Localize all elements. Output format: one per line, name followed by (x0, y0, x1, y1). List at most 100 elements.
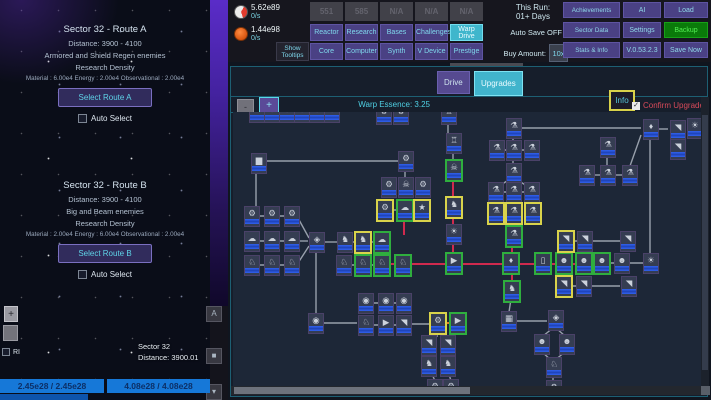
upgrade-node-star[interactable]: ★ (413, 199, 431, 222)
upgrade-node-robot[interactable]: ☻ (534, 334, 550, 355)
upgrade-node-rocket[interactable]: ▶ (445, 252, 463, 275)
menu-button-settings[interactable]: Settings (623, 22, 661, 38)
nav-button-warp-drive[interactable]: Warp Drive (450, 24, 483, 41)
upgrade-node-knight[interactable]: ♘ (546, 357, 562, 378)
side-button-1[interactable]: ■ (206, 348, 222, 364)
confirm-upgrades-checkbox[interactable]: ✓ (632, 102, 640, 110)
upgrade-node-gear[interactable]: ⚙ (284, 206, 300, 227)
upgrade-node-bird[interactable]: ◥ (577, 231, 593, 252)
upgrade-node-helmet[interactable]: ♖ (446, 133, 462, 154)
tab-drive[interactable]: Drive (437, 71, 470, 94)
nav-button-reactor[interactable]: Reactor (310, 24, 343, 41)
menu-button-backup[interactable]: Backup (664, 22, 708, 38)
nav-button-core[interactable]: Core (310, 43, 343, 60)
upgrade-node-flask[interactable]: ⚗ (579, 165, 595, 186)
upgrade-node-beast[interactable]: ♞ (440, 356, 456, 377)
nav-button-computer[interactable]: Computer (345, 43, 378, 60)
upgrade-node-robot[interactable]: ☻ (555, 252, 573, 275)
upgrade-node-knight[interactable]: ♘ (284, 255, 300, 276)
upgrade-node-helmet[interactable]: ♖ (441, 112, 457, 125)
upgrade-node-knight[interactable]: ♘ (354, 254, 372, 277)
menu-button-sector-data[interactable]: Sector Data (563, 22, 620, 38)
upgrade-node-robot[interactable]: ☻ (593, 252, 611, 275)
upgrade-node-beast[interactable]: ♞ (445, 196, 463, 219)
vertical-scrollbar-thumb[interactable] (702, 115, 708, 370)
menu-button-ai[interactable]: AI (623, 2, 661, 18)
upgrade-node-flask[interactable]: ⚗ (506, 118, 522, 139)
upgrade-node-bird[interactable]: ◥ (670, 120, 686, 141)
upgrade-node-cloud[interactable]: ☁ (373, 231, 391, 254)
upgrade-node-gear[interactable]: ⚙ (376, 112, 392, 125)
upgrade-node-rocket[interactable]: ▶ (449, 312, 467, 335)
upgrade-node-gear[interactable]: ⚙ (264, 112, 280, 123)
nav-button-bases[interactable]: Bases (380, 24, 413, 41)
upgrade-node-skull[interactable]: ☠ (445, 159, 463, 182)
upgrade-node-chart[interactable]: ▆ (251, 153, 267, 174)
upgrade-node-gear[interactable]: ⚙ (376, 199, 394, 222)
upgrade-node-flask[interactable]: ⚗ (524, 140, 540, 161)
upgrade-node-flask[interactable]: ⚗ (524, 202, 542, 225)
upgrade-node-beast[interactable]: ♞ (337, 232, 353, 253)
nav-button-prestige[interactable]: Prestige (450, 43, 483, 60)
horizontal-scrollbar-thumb[interactable] (234, 387, 470, 394)
upgrade-node-robot[interactable]: ☻ (614, 253, 630, 274)
upgrade-node-gear[interactable]: ⚙ (244, 206, 260, 227)
upgrade-node-robot[interactable]: ☻ (559, 334, 575, 355)
upgrade-node-gear[interactable]: ⚙ (381, 177, 397, 198)
route-a-autoselect-checkbox[interactable] (78, 114, 87, 123)
upgrade-node-knight[interactable]: ♘ (358, 315, 374, 336)
upgrade-node-flask[interactable]: ⚗ (506, 182, 522, 203)
menu-button-v-0-53-2-3[interactable]: V.0.53.2.3 (623, 42, 661, 58)
upgrade-node-bird[interactable]: ◥ (620, 231, 636, 252)
upgrade-node-burst[interactable]: ☀ (446, 224, 462, 245)
upgrade-node-gear[interactable]: ⚙ (279, 112, 295, 123)
upgrade-node-flask[interactable]: ⚗ (506, 140, 522, 161)
upgrade-node-bird[interactable]: ◥ (440, 335, 456, 356)
upgrade-node-flask[interactable]: ⚗ (505, 225, 523, 248)
upgrade-node-robot[interactable]: ☻ (575, 252, 593, 275)
upgrade-node-gear[interactable]: ⚙ (415, 177, 431, 198)
menu-button-achievements[interactable]: Achievements (563, 2, 620, 18)
upgrade-node-gear[interactable]: ⚙ (324, 112, 340, 123)
upgrade-node-bird[interactable]: ◥ (421, 335, 437, 356)
upgrade-node-bird[interactable]: ◥ (396, 315, 412, 336)
upgrade-node-bird[interactable]: ◥ (670, 139, 686, 160)
upgrade-node-beast[interactable]: ♞ (421, 356, 437, 377)
upgrade-node-gear[interactable]: ⚙ (294, 112, 310, 123)
upgrade-node-grid[interactable]: ▦ (501, 311, 517, 332)
upgrade-node-gear[interactable]: ⚙ (429, 312, 447, 335)
upgrade-node-gear[interactable]: ⚙ (309, 112, 325, 123)
upgrade-node-rocket[interactable]: ▶ (378, 315, 394, 336)
upgrade-node-sphere[interactable]: ◉ (358, 293, 374, 314)
tab-upgrades[interactable]: Upgrades (474, 71, 523, 96)
upgrade-node-bird[interactable]: ◥ (557, 230, 575, 253)
upgrade-node-flask[interactable]: ⚗ (505, 202, 523, 225)
upgrade-node-gear[interactable]: ⚙ (398, 151, 414, 172)
upgrade-node-knight[interactable]: ♘ (264, 255, 280, 276)
upgrade-node-knight[interactable]: ♘ (244, 255, 260, 276)
upgrade-node-flask[interactable]: ⚗ (488, 182, 504, 203)
upgrade-node-sphere[interactable]: ◉ (396, 293, 412, 314)
upgrade-node-gear[interactable]: ⚙ (264, 206, 280, 227)
upgrade-node-cloud[interactable]: ☁ (396, 199, 414, 222)
upgrade-node-brain[interactable]: ☁ (284, 231, 300, 252)
upgrade-node-sphere[interactable]: ◉ (308, 313, 324, 334)
upgrade-node-diamond[interactable]: ◈ (548, 310, 564, 331)
select-route-a-button[interactable]: Select Route A (58, 88, 152, 107)
upgrade-node-gear[interactable]: ⚙ (249, 112, 265, 123)
upgrade-node-ship[interactable]: ♦ (502, 252, 520, 275)
upgrade-node-knight[interactable]: ♘ (336, 255, 352, 276)
upgrade-node-skull[interactable]: ☠ (398, 177, 414, 198)
upgrade-node-flask[interactable]: ⚗ (506, 163, 522, 184)
panel-plus-button[interactable]: + (4, 306, 18, 322)
menu-button-save-now[interactable]: Save Now (664, 42, 708, 58)
upgrade-node-bird[interactable]: ◥ (621, 276, 637, 297)
nav-button-synth[interactable]: Synth (380, 43, 413, 60)
upgrade-node-beast[interactable]: ♞ (354, 231, 372, 254)
select-route-b-button[interactable]: Select Route B (58, 244, 152, 263)
menu-button-stats-info[interactable]: Stats & Info (563, 42, 620, 58)
upgrade-node-gear[interactable]: ⚙ (393, 112, 409, 125)
upgrade-node-card[interactable]: ▯ (534, 252, 552, 275)
menu-button-load[interactable]: Load (664, 2, 708, 18)
upgrade-node-sun[interactable]: ☀ (687, 118, 702, 139)
